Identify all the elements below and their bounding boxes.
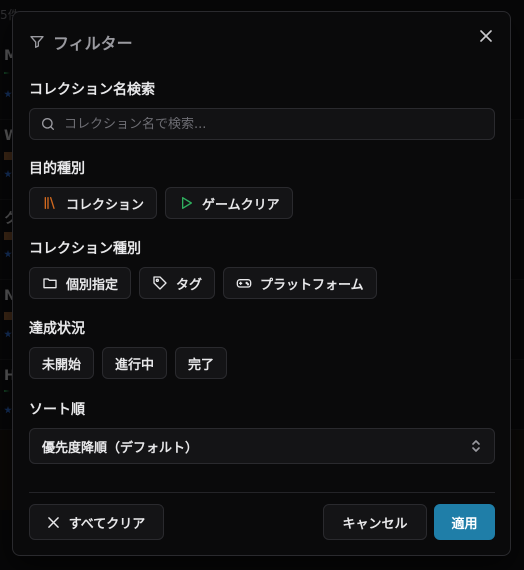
clear-all-button[interactable]: すべてクリア bbox=[29, 504, 164, 540]
chip-label: ゲームクリア bbox=[202, 197, 280, 213]
chip-label: 未開始 bbox=[42, 357, 82, 373]
collection-type-label: コレクション種別 bbox=[29, 241, 141, 257]
chip-label: 進行中 bbox=[115, 357, 155, 373]
cancel-label: キャンセル bbox=[342, 516, 408, 532]
status-options: 未開始 進行中 完了 bbox=[29, 347, 228, 379]
chip-label: 個別指定 bbox=[66, 277, 119, 293]
name-search-input[interactable] bbox=[64, 116, 484, 132]
play-icon bbox=[178, 195, 194, 211]
close-icon bbox=[47, 516, 59, 528]
footer-divider bbox=[29, 492, 495, 493]
sort-selected-value: 優先度降順（デフォルト） bbox=[42, 440, 199, 456]
collection-type-option-individual[interactable]: 個別指定 bbox=[29, 267, 132, 299]
name-search-field[interactable] bbox=[29, 108, 495, 140]
tag-icon bbox=[152, 275, 168, 291]
chip-label: タグ bbox=[176, 277, 203, 293]
chip-label: プラットフォーム bbox=[260, 277, 364, 293]
sort-select[interactable]: 優先度降順（デフォルト） bbox=[29, 428, 495, 464]
filter-icon bbox=[29, 34, 45, 50]
status-option-not-started[interactable]: 未開始 bbox=[29, 347, 95, 379]
filter-dialog: フィルター コレクション名検索 目的種別 コレクション ゲームクリア コレクショ… bbox=[12, 11, 511, 556]
status-label: 達成状況 bbox=[29, 321, 85, 337]
purpose-option-collection[interactable]: コレクション bbox=[29, 187, 158, 219]
purpose-options: コレクション ゲームクリア bbox=[29, 187, 293, 219]
purpose-label: 目的種別 bbox=[29, 161, 85, 177]
folder-icon bbox=[42, 275, 58, 291]
clear-all-label: すべてクリア bbox=[68, 516, 146, 532]
dialog-title: フィルター bbox=[53, 34, 133, 53]
chip-label: 完了 bbox=[188, 357, 215, 373]
library-icon bbox=[42, 195, 58, 211]
chevron-up-down-icon bbox=[470, 439, 482, 453]
status-option-completed[interactable]: 完了 bbox=[175, 347, 228, 379]
close-button[interactable] bbox=[476, 26, 496, 46]
gamepad-icon bbox=[236, 275, 252, 291]
cancel-button[interactable]: キャンセル bbox=[323, 504, 427, 540]
collection-type-options: 個別指定 タグ プラットフォーム bbox=[29, 267, 377, 299]
sort-label: ソート順 bbox=[29, 402, 85, 418]
purpose-option-game-clear[interactable]: ゲームクリア bbox=[165, 187, 293, 219]
status-option-in-progress[interactable]: 進行中 bbox=[102, 347, 168, 379]
collection-type-option-tag[interactable]: タグ bbox=[139, 267, 216, 299]
search-icon bbox=[40, 116, 56, 132]
apply-label: 適用 bbox=[451, 516, 478, 532]
close-icon bbox=[480, 30, 492, 42]
chip-label: コレクション bbox=[66, 197, 145, 213]
name-search-label: コレクション名検索 bbox=[29, 82, 155, 98]
dialog-header: フィルター bbox=[29, 30, 133, 54]
apply-button[interactable]: 適用 bbox=[434, 504, 495, 540]
collection-type-option-platform[interactable]: プラットフォーム bbox=[223, 267, 377, 299]
